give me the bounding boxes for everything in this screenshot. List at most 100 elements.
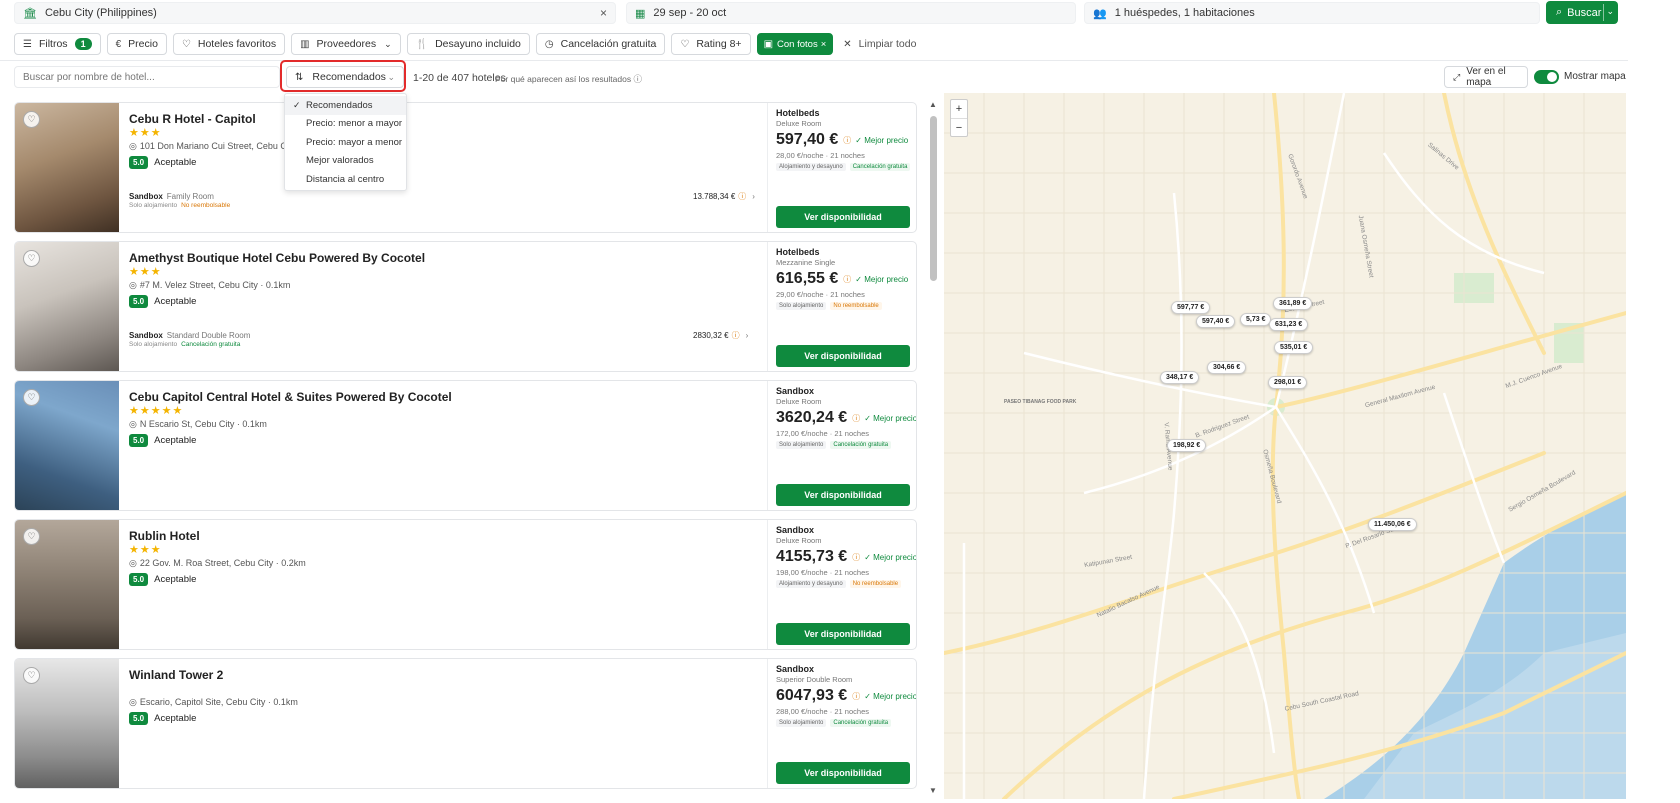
chevron-down-icon[interactable]: ⌄ bbox=[1606, 6, 1614, 17]
hotel-card[interactable]: ♡ Amethyst Boutique Hotel Cebu Powered B… bbox=[14, 241, 917, 372]
filter-chip-with-photos[interactable]: ▣ Con fotos × bbox=[756, 33, 834, 55]
map-price-pin[interactable]: 631,23 € bbox=[1269, 318, 1309, 331]
map-price-pin[interactable]: 535,01 € bbox=[1274, 341, 1314, 354]
alt-offer-price[interactable]: 13.788,34 € ⓘ › bbox=[693, 191, 755, 202]
close-icon[interactable]: × bbox=[821, 39, 827, 50]
filter-chip-price[interactable]: € Precio bbox=[106, 33, 167, 55]
guests-field[interactable]: 👥 1 huéspedes, 1 habitaciones bbox=[1084, 2, 1540, 24]
card-divider bbox=[767, 103, 768, 232]
offer-price-value: 4155,73 € bbox=[776, 548, 848, 565]
search-bar: 🏛 Cebu City (Philippines) × ▦ 29 sep - 2… bbox=[0, 0, 1628, 26]
heart-icon: ♡ bbox=[181, 38, 191, 50]
hotel-name[interactable]: Winland Tower 2 bbox=[129, 668, 223, 682]
view-availability-button[interactable]: Ver disponibilidad bbox=[776, 623, 910, 645]
sort-option-distance[interactable]: Distancia al centro bbox=[285, 170, 406, 189]
filter-chip-favorites[interactable]: ♡ Hoteles favoritos bbox=[172, 33, 286, 55]
alt-offer-price[interactable]: 2830,32 € ⓘ › bbox=[693, 330, 748, 341]
view-on-map-button[interactable]: ⤢ Ver en el mapa bbox=[1444, 66, 1528, 88]
list-scrollbar[interactable]: ▲ ▼ bbox=[927, 96, 939, 798]
hotel-address: ◎ 101 Don Mariano Cui Street, Cebu City bbox=[129, 141, 296, 152]
favorite-heart-icon[interactable]: ♡ bbox=[23, 667, 40, 684]
filters-count-badge: 1 bbox=[74, 38, 92, 50]
hotel-name-search-input[interactable] bbox=[14, 66, 280, 88]
favorite-heart-icon[interactable]: ♡ bbox=[23, 111, 40, 128]
zoom-out-button[interactable]: − bbox=[951, 119, 967, 137]
map[interactable]: + − Salinas Drive Gorordo Avenue Juana O… bbox=[944, 93, 1626, 799]
map-price-pin[interactable]: 298,01 € bbox=[1268, 376, 1308, 389]
offer-provider: Sandbox bbox=[776, 525, 815, 535]
sort-option-price-asc[interactable]: Precio: menor a mayor bbox=[285, 115, 406, 134]
filter-chip-providers[interactable]: ▥ Proveedores ⌄ bbox=[291, 33, 401, 55]
offer-tag: Solo alojamiento bbox=[776, 441, 827, 449]
results-explanation-link[interactable]: Por qué aparecen así los resultados ⓘ bbox=[495, 73, 642, 85]
info-icon[interactable]: ⓘ bbox=[852, 552, 860, 563]
info-icon[interactable]: ⓘ bbox=[852, 691, 860, 702]
filters-button[interactable]: ☰ Filtros 1 bbox=[14, 33, 101, 55]
offer-tag: Alojamiento y desayuno bbox=[776, 580, 846, 588]
card-divider bbox=[767, 381, 768, 510]
clear-destination-icon[interactable]: × bbox=[600, 6, 607, 20]
map-price-pin[interactable]: 304,66 € bbox=[1207, 361, 1247, 374]
hotel-address: ◎ Escario, Capitol Site, Cebu City · 0.1k… bbox=[129, 697, 298, 708]
search-button[interactable]: ⌕ Buscar ⌄ bbox=[1546, 1, 1618, 24]
offer-tag: Cancelación gratuita bbox=[830, 441, 892, 449]
map-price-pin[interactable]: 597,77 € bbox=[1171, 301, 1211, 314]
date-field[interactable]: ▦ 29 sep - 20 oct bbox=[626, 2, 1076, 24]
hotel-card[interactable]: ♡ Rublin Hotel ★★★ ◎ 22 Gov. M. Roa Stree… bbox=[14, 519, 917, 650]
filter-chip-label: Desayuno incluido bbox=[435, 38, 521, 50]
favorite-heart-icon[interactable]: ♡ bbox=[23, 250, 40, 267]
best-price-label: Mejor precio bbox=[873, 691, 917, 701]
offer-tags: Solo alojamiento Cancelación gratuita bbox=[776, 441, 892, 449]
map-price-pin[interactable]: 11.450,06 € bbox=[1368, 518, 1417, 531]
sort-option-best-rated[interactable]: Mejor valorados bbox=[285, 152, 406, 171]
filter-chip-breakfast[interactable]: 🍴 Desayuno incluido bbox=[406, 33, 530, 55]
guests-value: 1 huéspedes, 1 habitaciones bbox=[1114, 7, 1255, 19]
info-icon[interactable]: ⓘ bbox=[852, 413, 860, 424]
filter-chip-free-cancellation[interactable]: ◷ Cancelación gratuita bbox=[535, 33, 666, 55]
map-price-pin[interactable]: 5,73 € bbox=[1240, 313, 1272, 326]
view-availability-button[interactable]: Ver disponibilidad bbox=[776, 762, 910, 784]
info-icon[interactable]: ⓘ bbox=[843, 135, 851, 146]
destination-field[interactable]: 🏛 Cebu City (Philippines) × bbox=[14, 2, 616, 24]
map-price-pin[interactable]: 361,89 € bbox=[1273, 297, 1313, 310]
hotel-stars: ★★★★★ bbox=[129, 405, 184, 417]
clear-all-button[interactable]: ✕ Limpiar todo bbox=[839, 33, 921, 55]
rating-score-badge: 5.0 bbox=[129, 712, 149, 725]
filters-label: Filtros bbox=[38, 38, 68, 50]
euro-icon: € bbox=[115, 38, 122, 50]
hotel-name[interactable]: Amethyst Boutique Hotel Cebu Powered By … bbox=[129, 251, 425, 265]
map-price-pin[interactable]: 198,92 € bbox=[1167, 439, 1207, 452]
close-icon: ✕ bbox=[843, 38, 852, 50]
offer-tags: Alojamiento y desayuno No reembolsable bbox=[776, 580, 902, 588]
view-availability-button[interactable]: Ver disponibilidad bbox=[776, 345, 910, 367]
zoom-in-button[interactable]: + bbox=[951, 100, 967, 118]
best-price-badge: ✓ Mejor precio bbox=[855, 135, 909, 145]
map-price-pin[interactable]: 597,40 € bbox=[1196, 315, 1236, 328]
show-map-toggle[interactable] bbox=[1534, 70, 1559, 84]
view-availability-button[interactable]: Ver disponibilidad bbox=[776, 206, 910, 228]
alt-offer-provider: Sandbox Family Room bbox=[129, 192, 214, 201]
map-price-pin[interactable]: 348,17 € bbox=[1160, 371, 1200, 384]
scrollbar-thumb[interactable] bbox=[930, 116, 937, 281]
sort-option-recommended[interactable]: ✓ Recomendados bbox=[285, 96, 406, 115]
hotel-card[interactable]: ♡ Winland Tower 2 ◎ Escario, Capitol Site… bbox=[14, 658, 917, 789]
favorite-heart-icon[interactable]: ♡ bbox=[23, 389, 40, 406]
hotel-name[interactable]: Cebu R Hotel - Capitol bbox=[129, 112, 256, 126]
hotel-card[interactable]: ♡ Cebu Capitol Central Hotel & Suites Po… bbox=[14, 380, 917, 511]
hotel-name[interactable]: Cebu Capitol Central Hotel & Suites Powe… bbox=[129, 390, 452, 404]
offer-tag: No reembolsable bbox=[849, 580, 902, 588]
location-pin-icon: ◎ bbox=[129, 419, 137, 429]
sort-select-value: Recomendados bbox=[312, 71, 386, 83]
info-icon[interactable]: ⓘ bbox=[843, 274, 851, 285]
scroll-down-icon[interactable]: ▼ bbox=[929, 786, 937, 795]
sort-option-price-desc[interactable]: Precio: mayor a menor bbox=[285, 133, 406, 152]
hotel-card[interactable]: ♡ Cebu R Hotel - Capitol ★★★ ◎ 101 Don Ma… bbox=[14, 102, 917, 233]
scroll-up-icon[interactable]: ▲ bbox=[929, 100, 937, 109]
view-availability-button[interactable]: Ver disponibilidad bbox=[776, 484, 910, 506]
card-divider bbox=[767, 242, 768, 371]
sort-option-label: Recomendados bbox=[306, 99, 373, 111]
sort-select[interactable]: ⇅ Recomendados ⌄ bbox=[286, 66, 404, 88]
hotel-name[interactable]: Rublin Hotel bbox=[129, 529, 200, 543]
favorite-heart-icon[interactable]: ♡ bbox=[23, 528, 40, 545]
filter-chip-rating[interactable]: ♡ Rating 8+ bbox=[671, 33, 751, 55]
